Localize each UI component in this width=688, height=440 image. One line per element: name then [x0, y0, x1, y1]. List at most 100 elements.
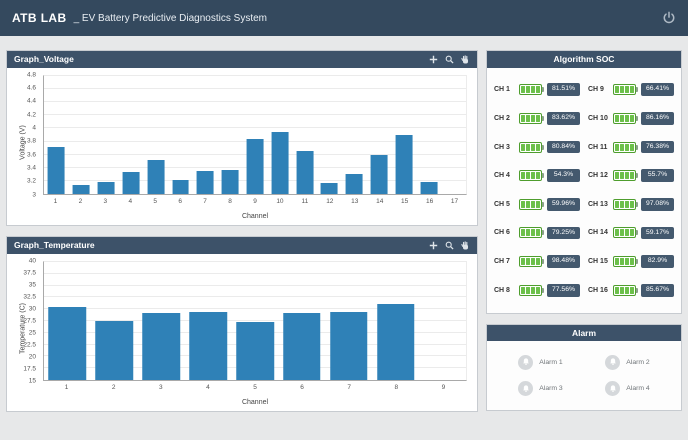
soc-row: CH 798.48% [494, 247, 580, 276]
battery-icon [613, 142, 636, 153]
battery-icon [613, 113, 636, 124]
soc-panel-title: Algorithm SOC [554, 55, 615, 64]
soc-value-badge: 59.17% [641, 227, 674, 240]
gridline [44, 88, 466, 89]
x-tick-label: 3 [159, 385, 163, 392]
soc-channel-label: CH 5 [494, 201, 514, 208]
alarm-label: Alarm 4 [626, 385, 649, 392]
battery-icon [519, 113, 542, 124]
y-tick-label: 4.6 [27, 85, 36, 92]
battery-icon [613, 227, 636, 238]
soc-row: CH 283.62% [494, 104, 580, 133]
battery-icon [613, 256, 636, 267]
bar-channel-2 [96, 321, 134, 380]
bar-channel-14 [371, 155, 388, 194]
x-tick-label: 7 [347, 385, 351, 392]
soc-channel-label: CH 4 [494, 172, 514, 179]
soc-row: CH 181.51% [494, 76, 580, 105]
battery-icon [613, 84, 636, 95]
alarm-panel-header: Alarm [487, 325, 681, 342]
alarm-indicator: Alarm 2 [584, 349, 671, 376]
soc-value-badge: 86.16% [641, 112, 674, 125]
alarm-label: Alarm 1 [539, 359, 562, 366]
alarm-indicator: Alarm 1 [497, 349, 584, 376]
bar-channel-9 [247, 139, 264, 194]
bar-channel-7 [197, 171, 214, 194]
soc-channel-label: CH 10 [588, 115, 608, 122]
zoom-icon[interactable] [445, 55, 454, 64]
soc-value-badge: 79.25% [547, 227, 580, 240]
soc-channel-label: CH 16 [588, 287, 608, 294]
charts-column: Graph_Voltage Voltage (V) 33.23.43.63.84… [6, 50, 478, 412]
x-tick-label: 17 [451, 199, 458, 206]
temperature-plot-area[interactable] [43, 261, 467, 381]
app-brand: ATB LAB [12, 11, 67, 25]
expand-icon[interactable] [429, 55, 438, 64]
x-tick-label: 11 [302, 199, 309, 206]
soc-row: CH 1176.38% [588, 133, 674, 162]
soc-value-badge: 77.56% [547, 284, 580, 297]
battery-icon [613, 285, 636, 296]
power-icon[interactable] [662, 11, 676, 25]
soc-panel-header: Algorithm SOC [487, 51, 681, 68]
x-tick-label: 5 [153, 199, 157, 206]
voltage-plot-area[interactable] [43, 75, 467, 195]
alarm-indicator: Alarm 4 [584, 376, 671, 403]
x-tick-label: 9 [442, 385, 446, 392]
y-tick-label: 25 [29, 330, 36, 337]
voltage-panel-title: Graph_Voltage [14, 55, 74, 64]
x-tick-label: 5 [253, 385, 257, 392]
x-tick-label: 2 [79, 199, 83, 206]
soc-grid: CH 181.51%CH 283.62%CH 380.84%CH 454.3%C… [487, 68, 681, 313]
gridline [44, 296, 466, 297]
x-tick-label: 9 [253, 199, 257, 206]
bar-channel-3 [142, 313, 180, 380]
y-tick-label: 35 [29, 282, 36, 289]
bar-channel-4 [189, 312, 227, 380]
bell-icon [518, 355, 533, 370]
temperature-x-ticks: 123456789 [43, 383, 467, 392]
battery-icon [519, 142, 542, 153]
soc-row: CH 1685.67% [588, 276, 674, 305]
voltage-chart: Voltage (V) 33.23.43.63.844.24.44.64.8 1… [7, 68, 477, 225]
expand-icon[interactable] [429, 241, 438, 250]
zoom-icon[interactable] [445, 241, 454, 250]
y-tick-label: 4.4 [27, 98, 36, 105]
soc-channel-label: CH 9 [588, 86, 608, 93]
soc-row: CH 679.25% [494, 219, 580, 248]
alarm-label: Alarm 3 [539, 385, 562, 392]
y-tick-label: 32.5 [23, 294, 36, 301]
gridline [44, 101, 466, 102]
bar-channel-1 [48, 147, 65, 194]
x-tick-label: 12 [326, 199, 333, 206]
soc-row: CH 1255.7% [588, 161, 674, 190]
y-tick-label: 15 [29, 378, 36, 385]
soc-value-badge: 81.51% [547, 83, 580, 96]
x-tick-label: 2 [112, 385, 116, 392]
temperature-panel-header: Graph_Temperature [7, 237, 477, 254]
y-tick-label: 37.5 [23, 270, 36, 277]
bar-channel-1 [49, 307, 87, 380]
temperature-x-axis-title: Channel [43, 399, 467, 406]
voltage-panel: Graph_Voltage Voltage (V) 33.23.43.63.84… [6, 50, 478, 226]
y-tick-label: 40 [29, 258, 36, 265]
alarm-indicator: Alarm 3 [497, 376, 584, 403]
soc-panel: Algorithm SOC CH 181.51%CH 283.62%CH 380… [486, 50, 682, 314]
soc-channel-label: CH 7 [494, 258, 514, 265]
temperature-panel: Graph_Temperature Temperature (C) 1517.5… [6, 236, 478, 412]
voltage-toolbar [429, 55, 470, 64]
pan-icon[interactable] [461, 241, 470, 250]
soc-value-badge: 82.9% [641, 255, 674, 268]
soc-channel-label: CH 2 [494, 115, 514, 122]
battery-icon [519, 256, 542, 267]
main-content: Graph_Voltage Voltage (V) 33.23.43.63.84… [0, 36, 688, 412]
bar-channel-5 [236, 322, 274, 380]
y-tick-label: 20 [29, 354, 36, 361]
soc-row: CH 1459.17% [588, 219, 674, 248]
pan-icon[interactable] [461, 55, 470, 64]
y-tick-label: 3.8 [27, 138, 36, 145]
soc-value-badge: 66.41% [641, 83, 674, 96]
x-tick-label: 8 [395, 385, 399, 392]
temperature-y-ticks: 1517.52022.52527.53032.53537.540 [7, 261, 41, 381]
battery-icon [519, 285, 542, 296]
